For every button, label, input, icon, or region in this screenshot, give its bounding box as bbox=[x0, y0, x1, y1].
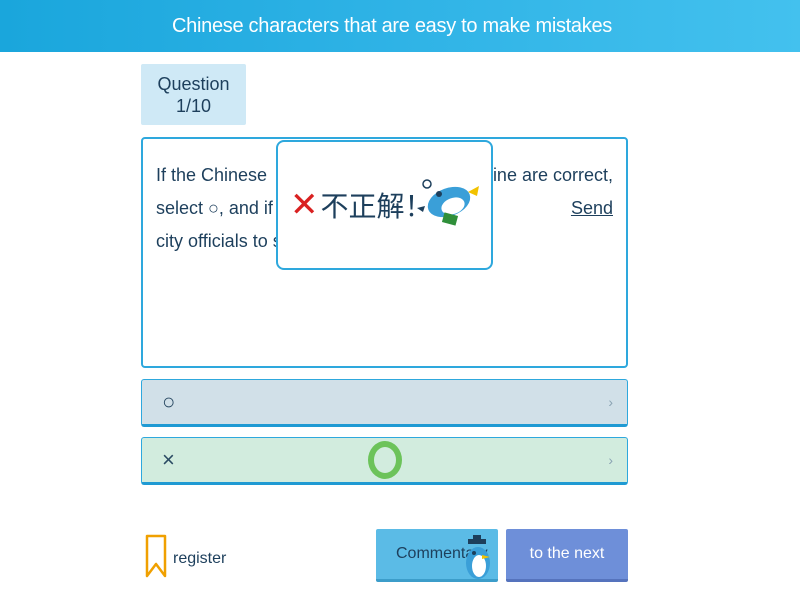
chevron-right-icon: › bbox=[608, 452, 613, 468]
next-question-button[interactable]: to the next bbox=[506, 529, 628, 582]
question-line-3-text: city officials to s bbox=[156, 231, 282, 251]
correct-answer-ring-icon bbox=[368, 441, 402, 479]
bookmark-icon bbox=[145, 534, 167, 578]
question-counter-badge: Question 1/10 bbox=[141, 64, 246, 125]
chevron-right-icon: › bbox=[608, 394, 613, 410]
question-underlined-word: Send bbox=[570, 198, 613, 218]
question-line-1-left: If the Chinese bbox=[156, 165, 268, 185]
circle-symbol: ○ bbox=[162, 389, 176, 414]
question-count: 1/10 bbox=[175, 95, 212, 116]
app-header: Chinese characters that are easy to make… bbox=[0, 0, 800, 52]
question-label: Question bbox=[157, 73, 230, 94]
page-title: Chinese characters that are easy to make… bbox=[172, 14, 612, 37]
register-bookmark-button[interactable]: register bbox=[145, 534, 226, 578]
commentary-button[interactable]: Commentary bbox=[376, 529, 498, 582]
penguin-fallen-icon bbox=[417, 179, 479, 226]
next-label: to the next bbox=[529, 545, 605, 562]
incorrect-result-popup: ✕ 不正解！ bbox=[276, 140, 493, 270]
question-line-1-right: ine are correct, bbox=[492, 165, 613, 185]
wrong-x-icon: ✕ bbox=[290, 186, 319, 224]
question-line-2-left: select ○, and if t bbox=[156, 198, 283, 218]
choice-circle-button[interactable]: ○ › bbox=[141, 379, 628, 427]
register-label: register bbox=[173, 550, 227, 567]
penguin-mascot-icon bbox=[466, 535, 490, 579]
cross-symbol: × bbox=[162, 447, 175, 472]
